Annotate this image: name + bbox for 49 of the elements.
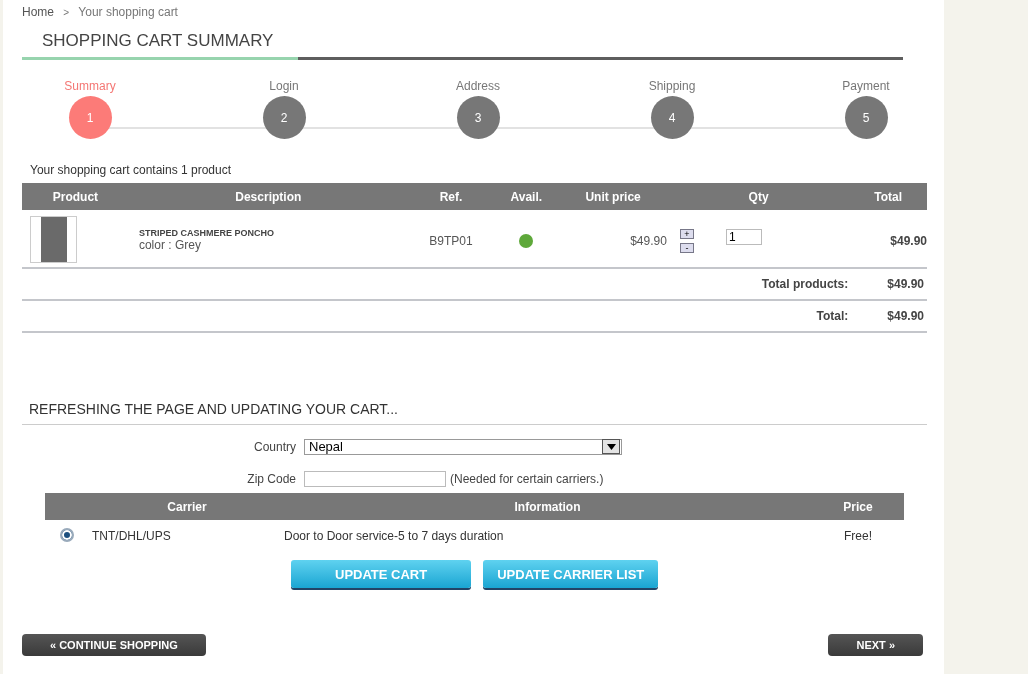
increase-button[interactable]: + — [679, 229, 694, 239]
column-header: Carrier — [91, 493, 283, 520]
table-cell: Free! — [812, 520, 904, 552]
column-header: Qty — [667, 183, 850, 210]
breadcrumb-current: Your shopping cart — [78, 5, 178, 19]
step-circle[interactable]: 4 — [650, 96, 694, 139]
step-circle[interactable]: 3 — [456, 96, 500, 139]
decrease-button[interactable]: - — [679, 243, 694, 253]
carrier-radio[interactable] — [60, 527, 74, 542]
column-header: Product — [22, 183, 129, 210]
home-link[interactable]: Home — [22, 5, 54, 19]
product-name[interactable]: STRIPED CASHMERE PONCHO — [138, 228, 407, 238]
zip-code-note: (Needed for certain carriers.) — [450, 471, 604, 486]
column-header: Ref. — [407, 183, 495, 210]
product-attributes: color : Grey — [138, 238, 202, 252]
summary-label: Total products: — [667, 268, 850, 300]
column-header: Avail. — [494, 183, 559, 210]
table-cell: $49.90 — [849, 210, 927, 268]
continue-shopping-button[interactable]: « CONTINUE SHOPPING — [22, 634, 206, 656]
summary-value: $49.90 — [849, 300, 927, 332]
table-cell: $49.90 — [558, 210, 668, 268]
step-label: Login — [269, 79, 299, 94]
step-label: Payment — [842, 79, 890, 94]
zip-code-label: Zip Code — [246, 471, 296, 486]
step-label: Shipping — [648, 79, 696, 94]
quantity-input[interactable]: 1 — [725, 229, 762, 245]
step-label: Summary — [64, 79, 116, 94]
summary-value: $49.90 — [849, 268, 927, 300]
table-cell: Door to Door service-5 to 7 days duration — [283, 520, 812, 552]
step-label: Address — [456, 79, 500, 94]
country-label: Country — [252, 439, 296, 454]
product-photo-placeholder — [30, 216, 77, 263]
step-circle[interactable]: 5 — [844, 96, 888, 139]
step-circle[interactable]: 2 — [262, 96, 306, 139]
country-select[interactable]: Nepal — [304, 438, 622, 455]
breadcrumb-separator: > — [63, 7, 70, 18]
column-header: Unit price — [558, 183, 668, 210]
column-header: Information — [283, 493, 812, 520]
section-heading: REFRESHING THE PAGE AND UPDATING YOUR CART... — [22, 401, 927, 425]
column-header: Description — [128, 183, 408, 210]
column-header: Price — [812, 493, 904, 520]
table-cell: B9TP01 — [407, 210, 495, 268]
table-cell: TNT/DHL/UPS — [91, 520, 283, 552]
page-heading: SHOPPING CART SUMMARY — [42, 31, 275, 51]
next-button[interactable]: NEXT » — [828, 634, 923, 656]
column-header: Total — [849, 183, 927, 210]
summary-label: Total: — [667, 300, 850, 332]
zip-code-input[interactable] — [304, 470, 446, 487]
cart-count-text: Your shopping cart contains 1 product — [30, 163, 233, 177]
